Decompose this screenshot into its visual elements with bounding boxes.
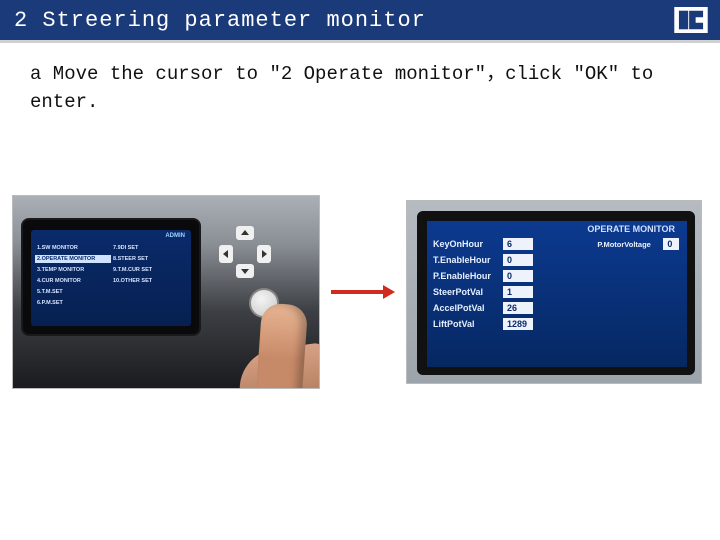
menu-item[interactable]: 8.STEER SET <box>111 255 187 263</box>
menu-item[interactable]: 1.SW MONITOR <box>35 244 111 252</box>
dpad-left-button[interactable] <box>219 245 233 263</box>
monitor-row: SteerPotVal 1 <box>433 286 595 298</box>
monitor-row: KeyOnHour 6 <box>433 238 595 250</box>
monitor-label: LiftPotVal <box>433 319 499 329</box>
images-row: ADMIN 1.SW MONITOR 2.OPERATE MONITOR 3.TEM… <box>12 195 708 389</box>
menu-item[interactable]: 3.TEMP MONITOR <box>35 266 111 274</box>
menu-item[interactable]: 2.OPERATE MONITOR <box>35 255 111 263</box>
monitor-value: 26 <box>503 302 533 314</box>
monitor-row: P.MotorVoltage 0 <box>597 238 681 250</box>
arrow-right-icon <box>324 282 402 302</box>
menu-item[interactable]: 6.P.M.SET <box>35 299 111 307</box>
dpad-down-button[interactable] <box>236 264 254 278</box>
monitor-label: T.EnableHour <box>433 255 499 265</box>
menu-item[interactable]: 7.9DI SET <box>111 244 187 252</box>
menu-screen: ADMIN 1.SW MONITOR 2.OPERATE MONITOR 3.TEM… <box>31 230 191 326</box>
menu-item[interactable]: 5.T.M.SET <box>35 288 111 296</box>
monitor-label: AccelPotVal <box>433 303 499 313</box>
monitor-value: 0 <box>663 238 679 250</box>
menu-item[interactable]: 4.CUR MONITOR <box>35 277 111 285</box>
monitor-value: 0 <box>503 254 533 266</box>
menu-item[interactable]: 10.OTHER SET <box>111 277 187 285</box>
monitor-label: SteerPotVal <box>433 287 499 297</box>
admin-label: ADMIN <box>165 233 185 239</box>
monitor-label: P.MotorVoltage <box>597 240 659 249</box>
monitor-value: 1 <box>503 286 533 298</box>
monitor-label: P.EnableHour <box>433 271 499 281</box>
instruction-text: a Move the cursor to "2 Operate monitor"… <box>0 43 720 124</box>
monitor-row: LiftPotVal 1289 <box>433 318 595 330</box>
monitor-value: 0 <box>503 270 533 282</box>
operate-monitor-photo: OPERATE MONITOR KeyOnHour6T.EnableHour0P… <box>406 200 702 384</box>
monitor-row: AccelPotVal 26 <box>433 302 595 314</box>
monitor-row: P.EnableHour 0 <box>433 270 595 282</box>
dpad-right-button[interactable] <box>257 245 271 263</box>
finger-icon <box>256 303 308 389</box>
menu-item[interactable]: 9.T.M.CUR SET <box>111 266 187 274</box>
operate-monitor-screen: OPERATE MONITOR KeyOnHour6T.EnableHour0P… <box>427 221 687 367</box>
page-title: 2 Streering parameter monitor <box>14 8 426 33</box>
brand-logo-icon <box>674 7 708 33</box>
monitor-value: 6 <box>503 238 533 250</box>
dpad[interactable] <box>219 226 271 278</box>
header-bar: 2 Streering parameter monitor <box>0 0 720 40</box>
monitor-value: 1289 <box>503 318 533 330</box>
control-panel-photo: ADMIN 1.SW MONITOR 2.OPERATE MONITOR 3.TEM… <box>12 195 320 389</box>
dpad-up-button[interactable] <box>236 226 254 240</box>
monitor-label: KeyOnHour <box>433 239 499 249</box>
screen-title: OPERATE MONITOR <box>433 224 681 234</box>
monitor-row: T.EnableHour 0 <box>433 254 595 266</box>
